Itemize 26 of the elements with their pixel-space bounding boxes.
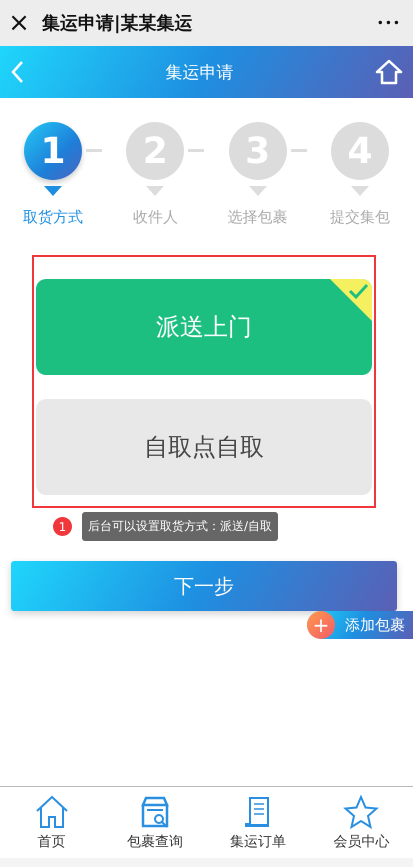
step-label: 收件人	[132, 208, 178, 227]
step-number: 1	[24, 122, 82, 180]
annotation-badge: 1	[53, 517, 72, 536]
more-button[interactable]: •••	[376, 16, 401, 30]
star-icon	[343, 794, 380, 828]
delivery-option[interactable]: 自取点自取	[36, 399, 372, 495]
page-title: 集运申请	[166, 62, 234, 84]
check-icon	[330, 279, 372, 321]
nav-item[interactable]: 会员中心	[310, 787, 413, 858]
home-icon[interactable]	[375, 59, 403, 85]
window-title: 集运申请|某某集运	[42, 12, 194, 35]
add-package-button[interactable]: + 添加包裹	[307, 611, 413, 639]
next-button[interactable]: 下一步	[11, 561, 397, 611]
pointer-icon	[146, 186, 164, 196]
pointer-icon	[248, 186, 267, 196]
nav-item[interactable]: 首页	[0, 787, 104, 858]
nav-item[interactable]: 集运订单	[206, 787, 310, 858]
pointer-icon	[350, 186, 369, 196]
step-label: 选择包裹	[228, 208, 288, 227]
annotation-tooltip: 后台可以设置取货方式：派送/自取	[82, 512, 278, 541]
close-button[interactable]: ×	[6, 8, 32, 38]
step-label: 提交集包	[330, 208, 390, 227]
pointer-icon	[44, 186, 62, 196]
home-icon	[34, 794, 70, 828]
nav-item[interactable]: 包裹查询	[103, 787, 206, 858]
step-label: 取货方式	[23, 208, 83, 227]
